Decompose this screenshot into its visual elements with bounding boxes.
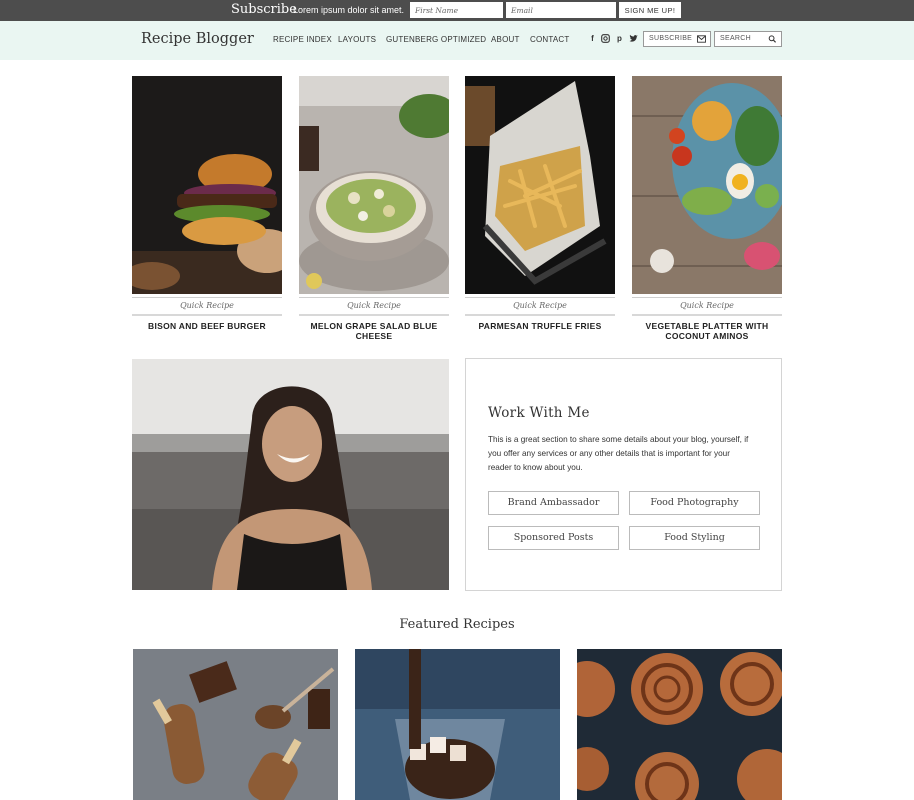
site-logo[interactable]: Recipe Blogger (141, 31, 254, 47)
work-with-me-panel: Work With Me This is a great section to … (465, 358, 782, 591)
food-photography-button[interactable]: Food Photography (629, 491, 760, 515)
featured-recipes-heading: Featured Recipes (399, 617, 515, 632)
email-input[interactable] (506, 2, 616, 18)
recipe-category: Quick Recipe (513, 301, 567, 310)
card-divider (299, 297, 449, 298)
nav-about[interactable]: ABOUT (491, 35, 520, 44)
card-divider (132, 297, 282, 298)
recipe-title[interactable]: MELON GRAPE SALAD BLUE CHEESE (299, 321, 449, 341)
recipe-category: Quick Recipe (347, 301, 401, 310)
first-name-input[interactable] (410, 2, 503, 18)
recipe-category: Quick Recipe (180, 301, 234, 310)
work-title: Work With Me (488, 405, 590, 421)
recipe-category: Quick Recipe (680, 301, 734, 310)
card-divider (465, 297, 615, 298)
card-divider (132, 314, 282, 316)
recipe-title[interactable]: VEGETABLE PLATTER WITH COCONUT AMINOS (632, 321, 782, 341)
header-search-input[interactable]: SEARCH (714, 31, 782, 47)
featured-image-hot-chocolate[interactable] (355, 649, 560, 800)
nav-gutenberg-optimized[interactable]: GUTENBERG OPTIMIZED (386, 35, 486, 44)
nav-recipe-index[interactable]: RECIPE INDEX (273, 35, 332, 44)
featured-image-chocolate-pops[interactable] (133, 649, 338, 800)
header-subscribe-label: SUBSCRIBE (649, 35, 693, 42)
recipe-image-burger[interactable] (132, 76, 282, 294)
sign-up-button[interactable]: SIGN ME UP! (619, 2, 681, 18)
recipe-image-salad[interactable] (299, 76, 449, 294)
food-styling-button[interactable]: Food Styling (629, 526, 760, 550)
recipe-title[interactable]: BISON AND BEEF BURGER (132, 321, 282, 331)
recipe-title[interactable]: PARMESAN TRUFFLE FRIES (465, 321, 615, 331)
site-header: Recipe Blogger RECIPE INDEX LAYOUTS GUTE… (0, 21, 914, 60)
subscribe-text: Lorem ipsum dolor sit amet. (293, 5, 405, 15)
search-icon (768, 35, 777, 43)
twitter-icon[interactable] (629, 34, 638, 43)
subscribe-bar: Subscribe Lorem ipsum dolor sit amet. SI… (0, 0, 914, 21)
brand-ambassador-button[interactable]: Brand Ambassador (488, 491, 619, 515)
pinterest-icon[interactable]: p (615, 34, 624, 43)
card-divider (632, 314, 782, 316)
about-photo (132, 359, 449, 590)
header-search-label: SEARCH (720, 35, 751, 42)
nav-contact[interactable]: CONTACT (530, 35, 569, 44)
work-description: This is a great section to share some de… (488, 435, 749, 472)
recipe-image-fries[interactable] (465, 76, 615, 294)
envelope-icon (697, 35, 706, 43)
card-divider (632, 297, 782, 298)
subscribe-title: Subscribe (231, 2, 297, 17)
sponsored-posts-button[interactable]: Sponsored Posts (488, 526, 619, 550)
card-divider (299, 314, 449, 316)
header-subscribe-button[interactable]: SUBSCRIBE (643, 31, 711, 47)
facebook-icon[interactable]: f (588, 34, 597, 43)
nav-layouts[interactable]: LAYOUTS (338, 35, 376, 44)
card-divider (465, 314, 615, 316)
featured-image-cinnamon-rolls[interactable] (577, 649, 782, 800)
instagram-icon[interactable] (601, 34, 610, 43)
recipe-image-vegetable-platter[interactable] (632, 76, 782, 294)
